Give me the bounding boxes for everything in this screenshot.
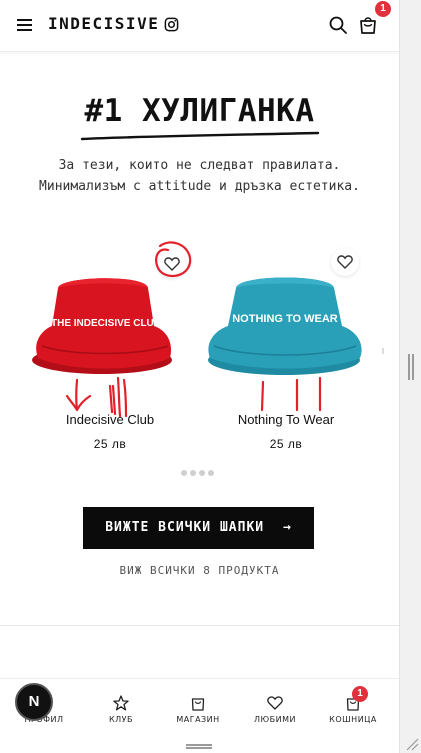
cta-label: ВИЖТЕ ВСИЧКИ ШАПКИ (105, 520, 265, 535)
star-icon (113, 695, 129, 711)
page: INDECISIVE 1 #1 ХУЛИГАНКА За тези, които… (0, 0, 399, 753)
subtitle-line: Минимализъм с attitude и дръзка естетика… (39, 179, 360, 194)
carousel-dot[interactable] (199, 470, 205, 476)
carousel-dots (181, 470, 217, 476)
search-icon[interactable] (328, 15, 348, 35)
scrollbar[interactable] (399, 0, 421, 753)
view-all-hats-button[interactable]: ВИЖТЕ ВСИЧКИ ШАПКИ → (83, 507, 314, 549)
nextjs-dev-button[interactable]: N (15, 683, 53, 721)
title-underline (80, 131, 320, 141)
arrow-right-icon: → (282, 520, 292, 535)
cart-icon[interactable] (357, 14, 379, 36)
instagram-icon[interactable] (164, 17, 179, 32)
drag-handle[interactable] (186, 744, 212, 749)
nav-cart-badge: 1 (352, 686, 368, 702)
bottom-nav: ПРОФИЛ КЛУБ МАГАЗИН ЛЮБИМИ КОШНИЦА (0, 678, 399, 733)
product-card[interactable]: NOTHING TO WEAR Nothing To Wear 25 лв (196, 240, 376, 470)
product-name[interactable]: Nothing To Wear (196, 412, 376, 427)
nav-item-favorites[interactable]: ЛЮБИМИ (235, 679, 315, 734)
favorite-button[interactable] (158, 250, 186, 278)
nav-label: ЛЮБИМИ (253, 715, 296, 724)
hat-print-text: THE INDECISIVE CLUB (51, 318, 161, 329)
product-name[interactable]: Indecisive Club (20, 412, 200, 427)
product-price: 25 лв (269, 437, 303, 451)
carousel-dot[interactable] (181, 470, 187, 476)
next-card-peek (382, 348, 384, 354)
site-header: INDECISIVE (0, 0, 399, 52)
hat-print-text: NOTHING TO WEAR (232, 313, 338, 325)
heart-icon (337, 255, 353, 269)
nav-item-cart[interactable]: КОШНИЦА (313, 679, 393, 734)
brand-logo[interactable]: INDECISIVE (48, 14, 159, 33)
hero-title: #1 ХУЛИГАНКА (84, 93, 315, 129)
favorite-button[interactable] (331, 248, 359, 276)
nav-item-shop[interactable]: МАГАЗИН (158, 679, 238, 734)
cart-count-badge: 1 (375, 1, 391, 17)
resize-grip-icon[interactable] (405, 737, 419, 751)
nav-label: КОШНИЦА (329, 715, 377, 724)
heart-icon (164, 257, 180, 271)
product-price: 25 лв (93, 437, 127, 451)
product-card[interactable]: THE INDECISIVE CLUB Indecisive Club 25 л… (20, 240, 200, 470)
carousel-dot[interactable] (190, 470, 196, 476)
menu-icon[interactable] (16, 16, 34, 34)
bag-icon (191, 698, 205, 711)
heart-icon (267, 696, 283, 710)
subtitle-line: За тези, които не следват правилата. (58, 158, 341, 173)
view-all-products-link[interactable]: ВИЖ ВСИЧКИ 8 ПРОДУКТА (0, 564, 399, 577)
scrollbar-grip[interactable] (408, 354, 414, 380)
nav-label: КЛУБ (108, 715, 134, 724)
section-divider (0, 625, 399, 626)
nav-item-club[interactable]: КЛУБ (81, 679, 161, 734)
hero-subtitle: За тези, които не следват правилата. Мин… (0, 155, 399, 197)
nav-label: МАГАЗИН (176, 715, 220, 724)
carousel-dot[interactable] (208, 470, 214, 476)
